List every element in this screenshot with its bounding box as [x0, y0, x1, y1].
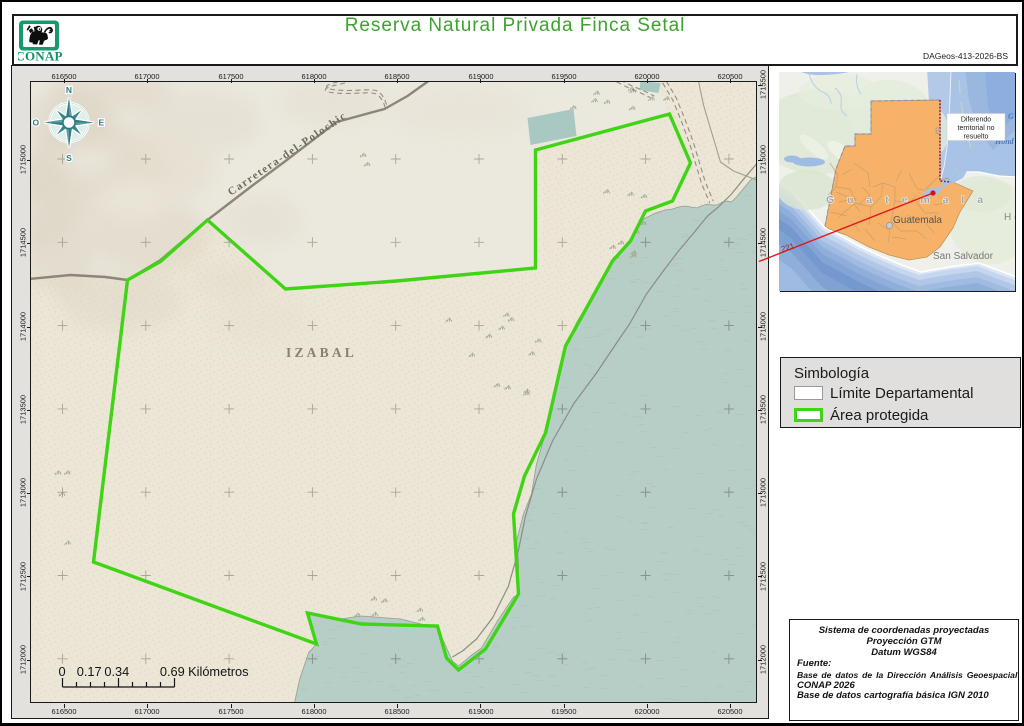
svg-text:Kilómetros: Kilómetros	[188, 664, 248, 679]
svg-text:Guatemala: Guatemala	[893, 215, 942, 226]
svg-text:0.69: 0.69	[160, 664, 185, 679]
svg-text:B: B	[935, 126, 941, 136]
svg-text:E: E	[99, 118, 105, 128]
svg-text:N: N	[66, 85, 72, 95]
svg-text:CONAP: CONAP	[18, 49, 63, 63]
svg-text:O: O	[33, 118, 40, 128]
svg-text:G u: G u	[1008, 112, 1015, 121]
svg-text:G u a t e m a l a: G u a t e m a l a	[826, 194, 988, 206]
svg-text:0.34: 0.34	[105, 664, 130, 679]
svg-text:Ho: Ho	[1004, 212, 1015, 223]
svg-text:San Salvador: San Salvador	[933, 251, 994, 262]
svg-text:0.17: 0.17	[77, 664, 102, 679]
svg-text:resuelto: resuelto	[964, 134, 989, 141]
svg-text:0: 0	[59, 664, 66, 679]
svg-text:S: S	[67, 153, 73, 163]
svg-text:Diferendo: Diferendo	[961, 117, 991, 124]
svg-text:IZABAL: IZABAL	[286, 345, 357, 360]
svg-text:territorial no: territorial no	[958, 125, 995, 132]
